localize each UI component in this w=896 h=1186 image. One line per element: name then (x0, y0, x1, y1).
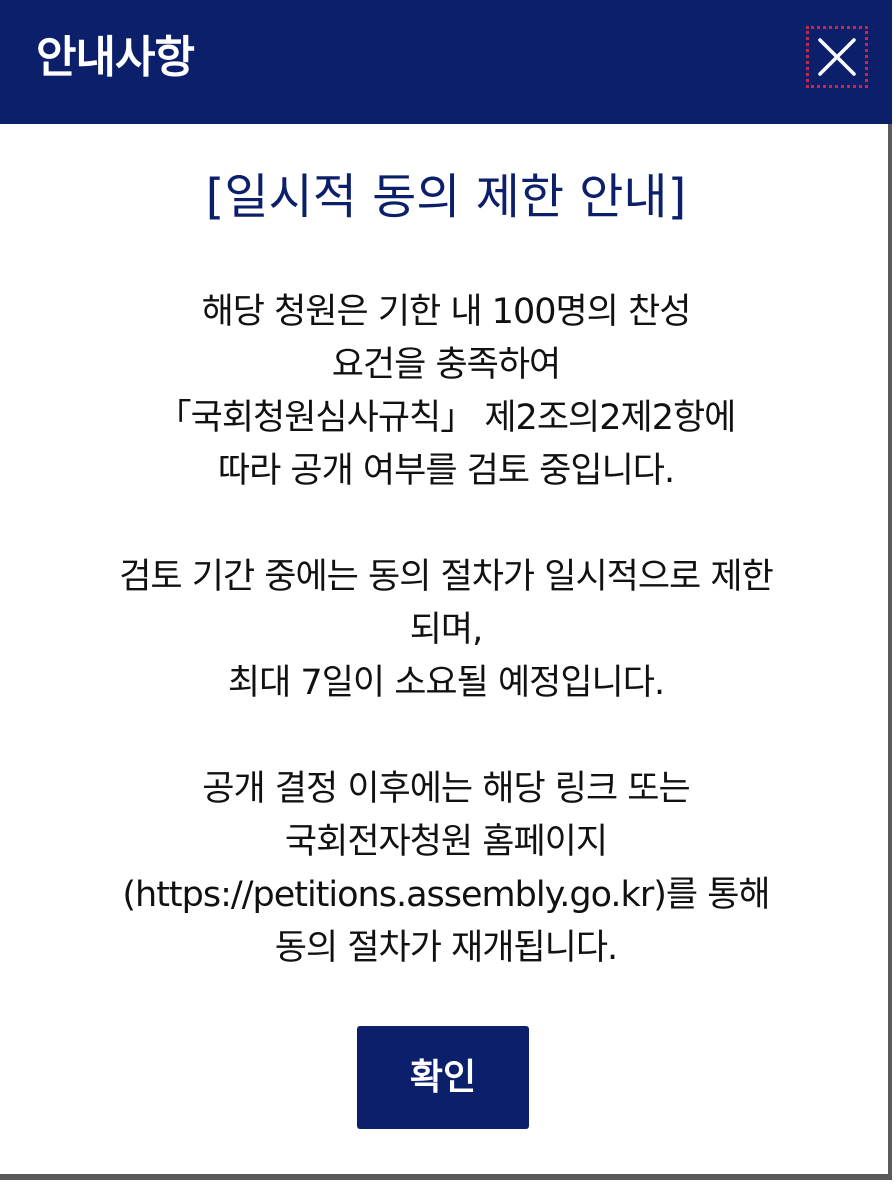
notice-line: 검토 기간 중에는 동의 절차가 일시적으로 제한 (119, 557, 774, 597)
notice-line: 공개 결정 이후에는 해당 링크 또는 (202, 769, 690, 809)
notice-line: 따라 공개 여부를 검토 중입니다. (217, 451, 675, 491)
notice-modal: 안내사항 [일시적 동의 제한 안내] 해당 청원은 기한 내 100명의 찬성… (0, 0, 892, 1180)
modal-header: 안내사항 (0, 0, 892, 124)
notice-line: 되며, (409, 610, 484, 650)
notice-line: 최대 7일이 소요될 예정입니다. (227, 663, 665, 703)
close-icon (818, 38, 856, 76)
confirm-button[interactable]: 확인 (357, 1026, 529, 1129)
notice-heading: [일시적 동의 제한 안내] (205, 169, 687, 225)
notice-line: 동의 절차가 재개됩니다. (274, 928, 618, 968)
notice-line: 해당 청원은 기한 내 100명의 찬성 (201, 292, 692, 332)
notice-line: 「국회청원심사규칙」 제2조의2제2항에 (156, 398, 737, 438)
notice-line: 요건을 충족하여 (331, 345, 562, 385)
notice-line: (https://petitions.assembly.go.kr)를 통해 (122, 875, 770, 915)
modal-title: 안내사항 (36, 32, 195, 83)
notice-line: 국회전자청원 홈페이지 (284, 822, 608, 862)
close-button[interactable] (806, 26, 868, 88)
notice-body: 해당 청원은 기한 내 100명의 찬성 요건을 충족하여 「국회청원심사규칙」… (20, 286, 872, 975)
